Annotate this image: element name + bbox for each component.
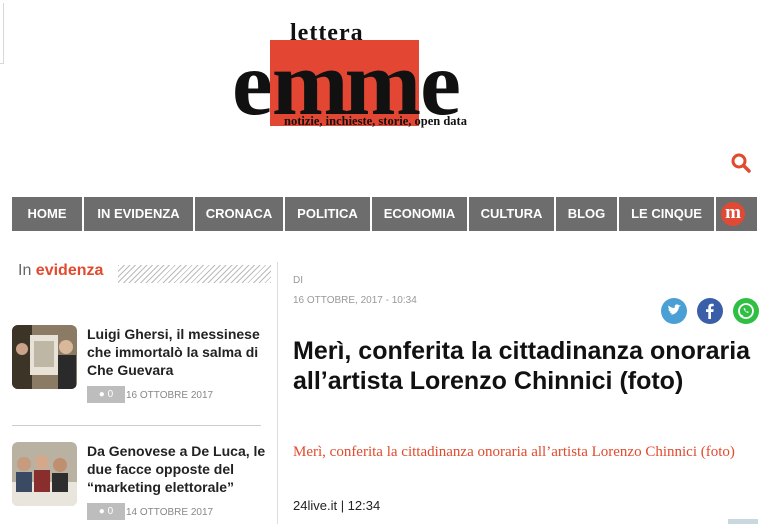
nav-item-cronaca[interactable]: CRONACA [195,197,285,231]
search-button[interactable] [730,152,752,174]
article-subtitle-link[interactable]: Merì, conferita la cittadinanza onoraria… [293,438,758,466]
article-author-label: DI [293,275,303,286]
nav-item-home[interactable]: HOME [12,197,84,231]
sidebar-heading: In evidenza [18,262,104,279]
list-item: Luigi Ghersi, il messinese che immortalò… [12,325,262,415]
post-title[interactable]: Luigi Ghersi, il messinese che immortalò… [87,325,267,379]
column-divider [277,262,278,524]
post-thumbnail[interactable] [12,325,77,389]
whatsapp-icon [738,303,754,319]
share-twitter-button[interactable] [661,298,687,324]
nav-item-blog[interactable]: BLOG [556,197,619,231]
comment-count-badge[interactable]: ● 0 [87,503,125,520]
comment-icon: ● [98,506,105,517]
post-separator [12,425,261,426]
article-title: Merì, conferita la cittadinanza onoraria… [293,337,751,395]
logo-tagline: notizie, inchieste, storie, open data [284,114,467,128]
site-logo[interactable]: lettera emme notizie, inchieste, storie,… [232,20,544,130]
nav-item-le-cinque[interactable]: LE CINQUE [619,197,716,231]
corner-image [728,519,758,524]
nav-item-in-evidenza[interactable]: IN EVIDENZA [84,197,195,231]
main-nav: HOME IN EVIDENZA CRONACA POLITICA ECONOM… [12,197,757,231]
article-source: 24live.it | 12:34 [293,498,381,513]
nav-m-logo-icon[interactable]: m [721,202,745,226]
list-item: Da Genovese a De Luca, le due facce oppo… [12,442,265,524]
sidebar-heading-stripe [118,265,271,283]
post-date: 16 OTTOBRE 2017 [126,390,214,401]
search-icon [731,153,751,173]
twitter-icon [668,304,681,315]
facebook-icon [706,303,714,319]
share-facebook-button[interactable] [697,298,723,324]
article-date: 16 OTTOBRE, 2017 - 10:34 [293,295,417,306]
nav-item-economia[interactable]: ECONOMIA [372,197,469,231]
comment-count-badge[interactable]: ● 0 [87,386,125,403]
share-whatsapp-button[interactable] [733,298,759,324]
post-date: 14 OTTOBRE 2017 [126,507,214,518]
post-title[interactable]: Da Genovese a De Luca, le due facce oppo… [87,442,267,496]
comment-icon: ● [98,389,105,400]
nav-item-politica[interactable]: POLITICA [285,197,372,231]
post-thumbnail[interactable] [12,442,77,506]
page-edge-mark [0,3,4,64]
nav-item-cultura[interactable]: CULTURA [469,197,556,231]
